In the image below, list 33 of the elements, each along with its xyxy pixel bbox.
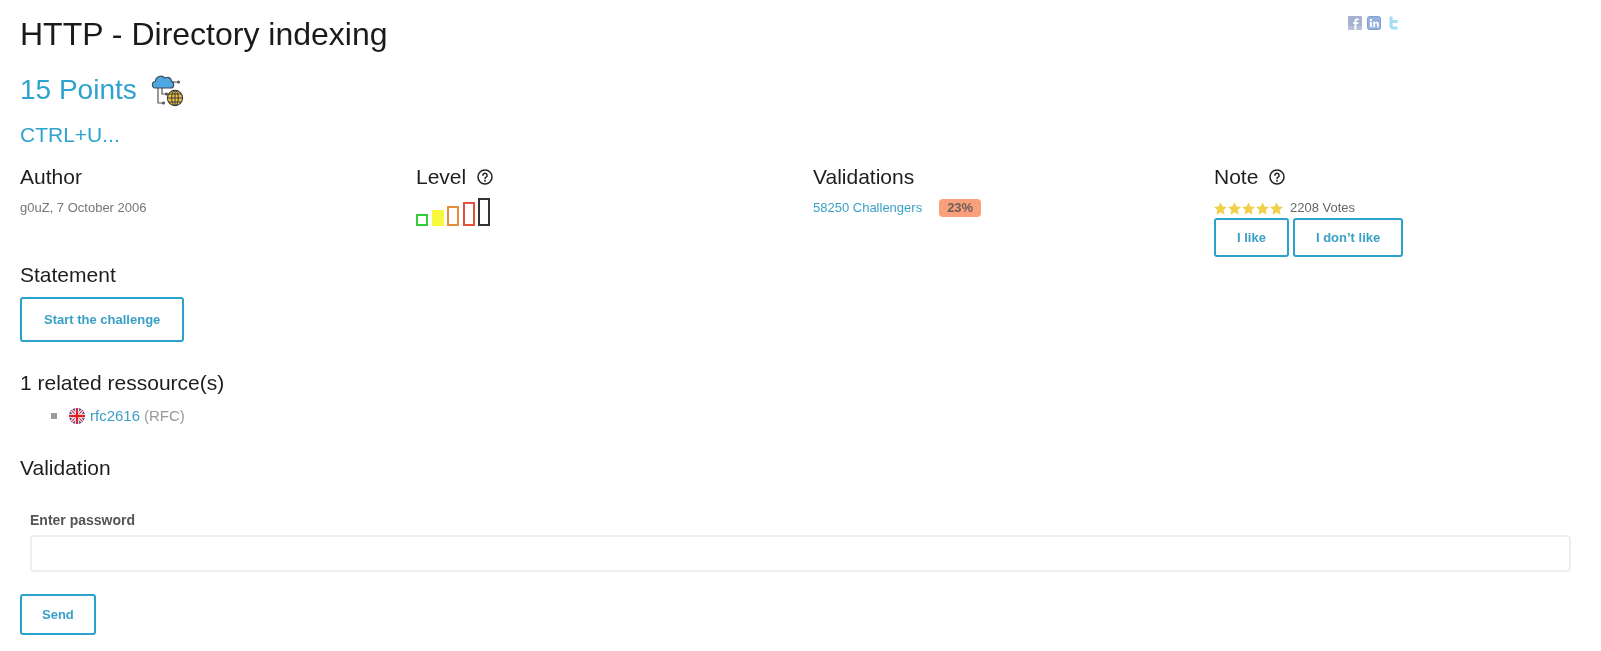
star-icon [1256,201,1269,215]
star-icon [1270,201,1283,215]
send-button[interactable]: Send [20,594,96,635]
start-challenge-button[interactable]: Start the challenge [20,297,185,342]
points-label: 15 Points [20,73,137,107]
facebook-icon[interactable] [1348,16,1362,30]
challengers-link[interactable]: 58250 Challengers [813,199,923,217]
cloud-globe-icon [149,73,184,107]
section-heading: Level [416,164,467,190]
resource-type: (RFC) [144,406,185,426]
section-heading: Validation [20,455,111,481]
like-button[interactable]: I like [1214,218,1289,257]
resource-link[interactable]: rfc2616 [90,406,141,426]
dislike-button[interactable]: I don’t like [1292,218,1404,257]
linkedin-icon[interactable] [1367,16,1381,30]
help-icon[interactable] [477,169,494,185]
bullet-icon [51,413,57,419]
section-heading: Statement [20,262,116,288]
help-icon[interactable] [1269,169,1286,185]
password-label: Enter password [30,511,136,529]
star-icon [1214,201,1227,215]
success-rate-badge: 23% [939,199,982,217]
star-icon [1228,201,1241,215]
flag-icon [69,408,85,424]
section-heading: Validations [813,164,915,190]
page-title: HTTP - Directory indexing [20,16,388,52]
section-heading: Note [1214,164,1259,190]
author-date-text: g0uZ, 7 October 2006 [20,199,147,217]
hint-text: CTRL+U... [20,122,120,148]
star-icon [1242,201,1255,215]
section-heading: Author [20,164,82,190]
votes-count: 2208 Votes [1290,199,1356,217]
section-heading: 1 related ressource(s) [20,370,225,396]
